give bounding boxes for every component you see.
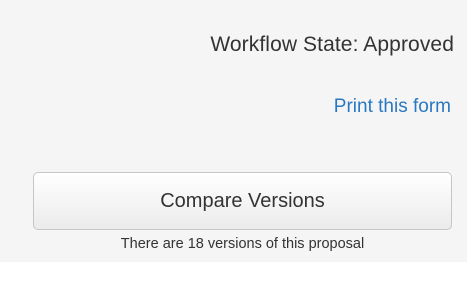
- versions-count-note: There are 18 versions of this proposal: [120, 236, 365, 252]
- compare-versions-button[interactable]: Compare Versions: [33, 172, 452, 230]
- print-form-link[interactable]: Print this form: [334, 96, 451, 118]
- proposal-sidebar-panel: Workflow State: Approved Print this form…: [0, 0, 467, 262]
- workflow-state-label: Workflow State: Approved: [210, 33, 454, 56]
